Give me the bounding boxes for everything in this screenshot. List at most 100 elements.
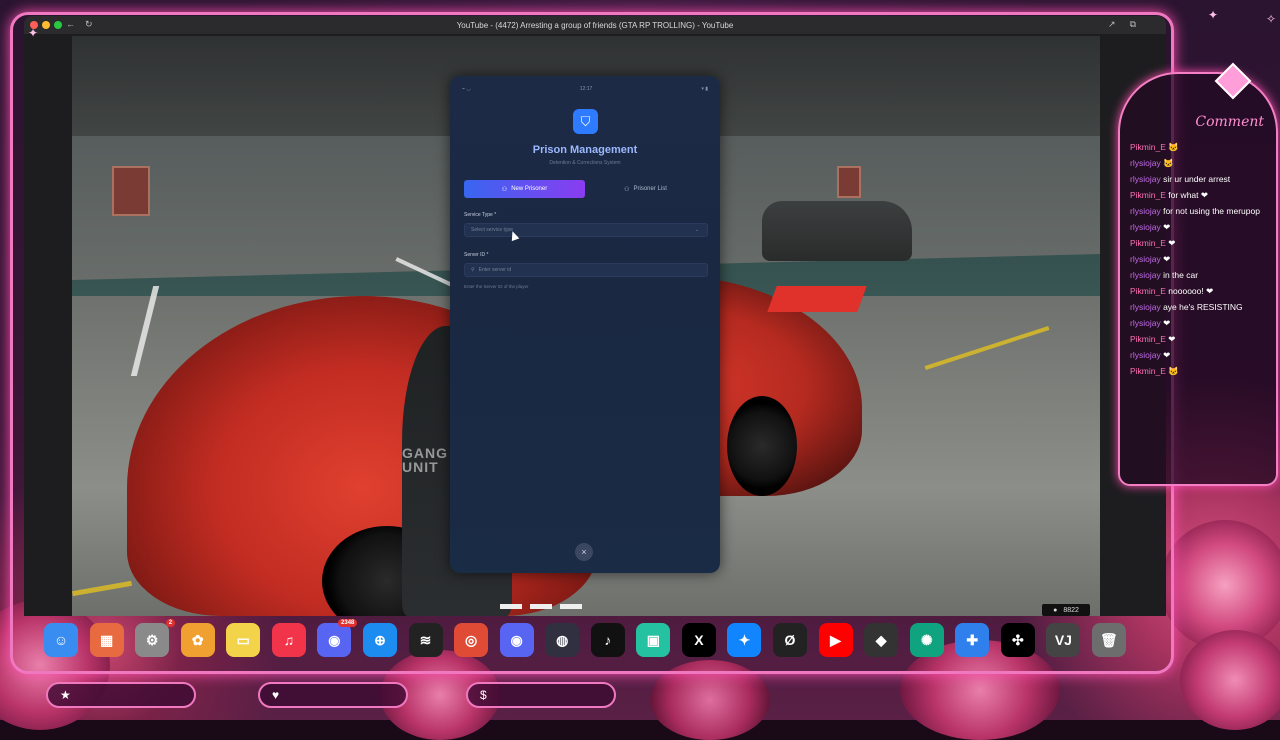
dock-obs-icon[interactable]: ◍ bbox=[545, 623, 580, 657]
system-settings-glyph: ⚙ bbox=[145, 631, 159, 648]
bluesky-glyph: ✦ bbox=[738, 631, 751, 648]
dock-roblox-icon[interactable]: ◆ bbox=[864, 623, 899, 657]
dock-chatgpt-bot-icon[interactable]: ▣ bbox=[636, 623, 671, 657]
chat-message: Pikmin_E 🐱 bbox=[1130, 142, 1275, 153]
chat-username: rlysiojay bbox=[1130, 222, 1161, 232]
server-id-label: Server ID * bbox=[464, 252, 489, 258]
minimize-window-button[interactable] bbox=[42, 21, 50, 29]
chat-message: Pikmin_E for what ❤ bbox=[1130, 190, 1275, 201]
chat-username: rlysiojay bbox=[1130, 350, 1161, 360]
chat-username: rlysiojay bbox=[1130, 302, 1161, 312]
users-icon: ⚇ bbox=[624, 186, 630, 193]
chat-username: rlysiojay bbox=[1130, 206, 1161, 216]
window-right-controls: ↗ ⧉ bbox=[1108, 19, 1136, 30]
chat-text: 🐱 bbox=[1163, 158, 1174, 168]
notification-badge: 2 bbox=[165, 619, 176, 627]
sparkle-icon: ✧ bbox=[1266, 12, 1277, 26]
chevron-down-icon: ⌄ bbox=[694, 227, 699, 233]
overlay-pill-heart: ♥ bbox=[258, 682, 408, 708]
dollar-icon: $ bbox=[480, 688, 487, 702]
share-icon[interactable]: ↗ bbox=[1108, 19, 1116, 30]
car-spoiler bbox=[767, 286, 867, 312]
dock-discord-ptb-icon[interactable]: ◉ 2348 bbox=[317, 619, 358, 657]
dock-safari-icon[interactable]: ⊕ bbox=[362, 623, 397, 657]
chat-text: for what ❤ bbox=[1168, 190, 1209, 200]
chat-username: rlysiojay bbox=[1130, 158, 1161, 168]
tab-bar: ⚇ New Prisoner ⚇ Prisoner List bbox=[464, 180, 706, 198]
app-o-glyph: Ø bbox=[784, 632, 796, 648]
chat-message: rlysiojay ❤ bbox=[1130, 254, 1275, 265]
chat-text: aye he's RESISTING bbox=[1163, 302, 1243, 312]
dock-bluesky-icon[interactable]: ✦ bbox=[727, 623, 762, 657]
zoom-window-button[interactable] bbox=[54, 21, 62, 29]
safari-glyph: ⊕ bbox=[374, 631, 386, 648]
x-glyph: X bbox=[694, 632, 704, 648]
chat-username: Pikmin_E bbox=[1130, 286, 1166, 296]
dock-launchpad-icon[interactable]: ▦ bbox=[89, 623, 124, 657]
dock-photos-icon[interactable]: ✿ bbox=[180, 623, 215, 657]
chat-message: rlysiojay 🐱 bbox=[1130, 158, 1275, 169]
finder-glyph: ☺ bbox=[53, 632, 69, 648]
chat-text: noooooo! ❤ bbox=[1168, 286, 1214, 296]
chat-heading: Comment bbox=[1195, 114, 1264, 130]
chat-username: Pikmin_E bbox=[1130, 142, 1166, 152]
openai-glyph: ✺ bbox=[920, 631, 933, 648]
server-id-input[interactable]: ⚲ Enter server id bbox=[464, 263, 708, 277]
status-signal: ⌁ ◡ bbox=[462, 86, 471, 92]
dock-x-icon[interactable]: X bbox=[681, 623, 716, 657]
dock-tiktok-icon[interactable]: ♪ bbox=[590, 623, 625, 657]
dock-trash-icon[interactable]: 🗑 bbox=[1091, 623, 1126, 657]
chat-message: Pikmin_E ❤ bbox=[1130, 334, 1275, 345]
chat-username: rlysiojay bbox=[1130, 270, 1161, 280]
chat-message: rlysiojay aye he's RESISTING bbox=[1130, 302, 1275, 313]
dock-chrome-icon[interactable]: ◎ bbox=[454, 623, 489, 657]
chat-username: Pikmin_E bbox=[1130, 190, 1166, 200]
chat-username: rlysiojay bbox=[1130, 318, 1161, 328]
dock-wave-icon[interactable]: ≋ bbox=[408, 623, 443, 657]
chat-text: ❤ bbox=[1163, 350, 1171, 360]
hud-bars bbox=[500, 604, 582, 609]
chat-panel: Comment Pikmin_E 🐱 rlysiojay 🐱 rlysiojay s… bbox=[1118, 72, 1278, 486]
chrome-glyph: ◎ bbox=[464, 631, 478, 648]
discord-glyph: ◉ bbox=[510, 631, 523, 648]
back-arrow-icon[interactable]: ← bbox=[66, 19, 75, 30]
rose-decoration bbox=[1160, 520, 1280, 650]
tab-new-prisoner[interactable]: ⚇ New Prisoner bbox=[464, 180, 585, 198]
background-car bbox=[762, 201, 912, 261]
dock-finder-icon[interactable]: ☺ bbox=[44, 623, 78, 657]
service-type-label: Service Type * bbox=[464, 212, 497, 218]
trash-glyph: 🗑 bbox=[1100, 631, 1118, 648]
hud-counter: ● 8822 bbox=[1042, 604, 1090, 616]
dock-tidal-icon[interactable]: ✣ bbox=[1000, 623, 1035, 657]
youtube-glyph: ▶ bbox=[830, 631, 841, 648]
chat-messages: Pikmin_E 🐱 rlysiojay 🐱 rlysiojay sir ur un… bbox=[1130, 142, 1275, 382]
close-tablet-button[interactable]: × bbox=[575, 543, 593, 561]
service-type-select[interactable]: Select service type ⌄ bbox=[464, 223, 708, 237]
hud-icon: ● bbox=[1053, 606, 1058, 614]
chat-text: ❤ bbox=[1163, 222, 1171, 232]
window-nav: ← ↻ bbox=[66, 19, 93, 30]
dock-plus-app-icon[interactable]: ✚ bbox=[955, 623, 990, 657]
dock-system-settings-icon[interactable]: ⚙ 2 bbox=[135, 619, 176, 657]
reload-icon[interactable]: ↻ bbox=[85, 19, 93, 30]
dock-discord-icon[interactable]: ◉ bbox=[499, 623, 534, 657]
chat-text: ❤ bbox=[1163, 318, 1171, 328]
chat-message: rlysiojay in the car bbox=[1130, 270, 1275, 281]
chat-message: rlysiojay ❤ bbox=[1130, 318, 1275, 329]
picture-in-picture-icon[interactable]: ⧉ bbox=[1130, 19, 1136, 30]
tab-prisoner-list[interactable]: ⚇ Prisoner List bbox=[585, 180, 706, 198]
tab-label: Prisoner List bbox=[633, 186, 667, 192]
dock-music-icon[interactable]: ♫ bbox=[271, 623, 306, 657]
chat-text: ❤ bbox=[1168, 334, 1176, 344]
dock-app-o-icon[interactable]: Ø bbox=[773, 623, 807, 657]
chat-text: sir ur under arrest bbox=[1163, 174, 1231, 184]
chatgpt-bot-glyph: ▣ bbox=[646, 631, 660, 648]
prison-management-tablet: ⌁ ◡ 12:17 ▾ ▮ ⛉ Prison Management Detent… bbox=[450, 76, 720, 573]
status-time: 12:17 bbox=[579, 86, 593, 92]
dock-vj-app-icon[interactable]: VJ bbox=[1046, 623, 1081, 657]
dock-notes-icon[interactable]: ▭ bbox=[226, 623, 261, 657]
dock-youtube-icon[interactable]: ▶ bbox=[818, 623, 853, 657]
obs-glyph: ◍ bbox=[556, 631, 569, 648]
dock-openai-icon[interactable]: ✺ bbox=[909, 623, 944, 657]
plus-app-glyph: ✚ bbox=[966, 631, 979, 648]
